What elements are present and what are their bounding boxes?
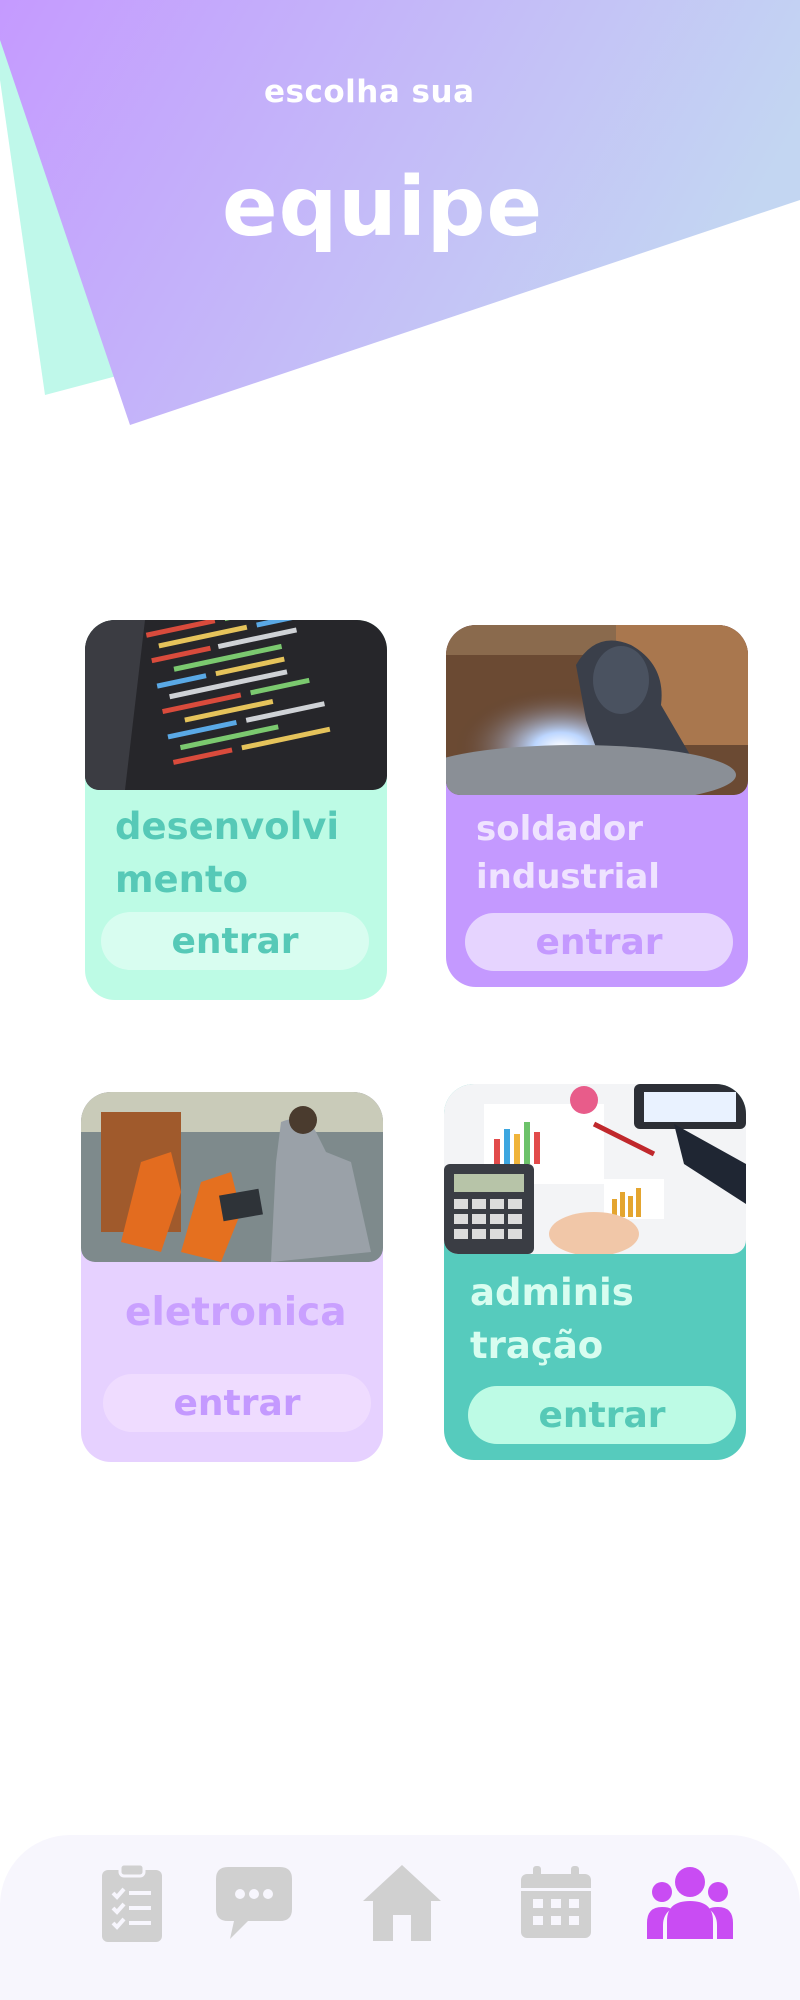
team-card-soldador-industrial[interactable]: soldador industrial entrar (446, 625, 748, 987)
calendar-icon (521, 1866, 591, 1938)
team-card-label: adminis tração (470, 1271, 634, 1367)
nav-item-team[interactable] (645, 1858, 735, 1948)
page-title: equipe (222, 160, 544, 255)
nav-item-chat[interactable] (209, 1858, 299, 1948)
header-banner: escolha sua equipe (0, 0, 800, 440)
welder-photo (446, 625, 748, 795)
enter-button[interactable]: entrar (465, 913, 733, 971)
enter-button[interactable]: entrar (103, 1374, 371, 1432)
chat-bubble-icon (216, 1867, 292, 1939)
team-card-label: soldador industrial (476, 809, 660, 897)
team-card-label: desenvolvi mento (115, 805, 340, 901)
home-icon (363, 1865, 441, 1941)
enter-button[interactable]: entrar (101, 912, 369, 970)
team-icon (647, 1867, 733, 1939)
calculator-charts-photo (444, 1084, 746, 1254)
team-card-administracao[interactable]: adminis tração entrar (444, 1084, 746, 1460)
team-card-desenvolvimento[interactable]: desenvolvi mento entrar (85, 620, 387, 1000)
factory-robots-photo (81, 1092, 383, 1262)
header-subtitle: escolha sua (264, 74, 475, 110)
nav-item-calendar[interactable] (511, 1858, 601, 1948)
team-card-eletronica[interactable]: eletronica entrar (81, 1092, 383, 1462)
team-card-label: eletronica (125, 1290, 347, 1335)
enter-button[interactable]: entrar (468, 1386, 736, 1444)
code-screen-photo (85, 620, 387, 790)
nav-item-tasks[interactable] (87, 1858, 177, 1948)
clipboard-icon (102, 1862, 162, 1942)
nav-item-home[interactable] (357, 1858, 447, 1948)
